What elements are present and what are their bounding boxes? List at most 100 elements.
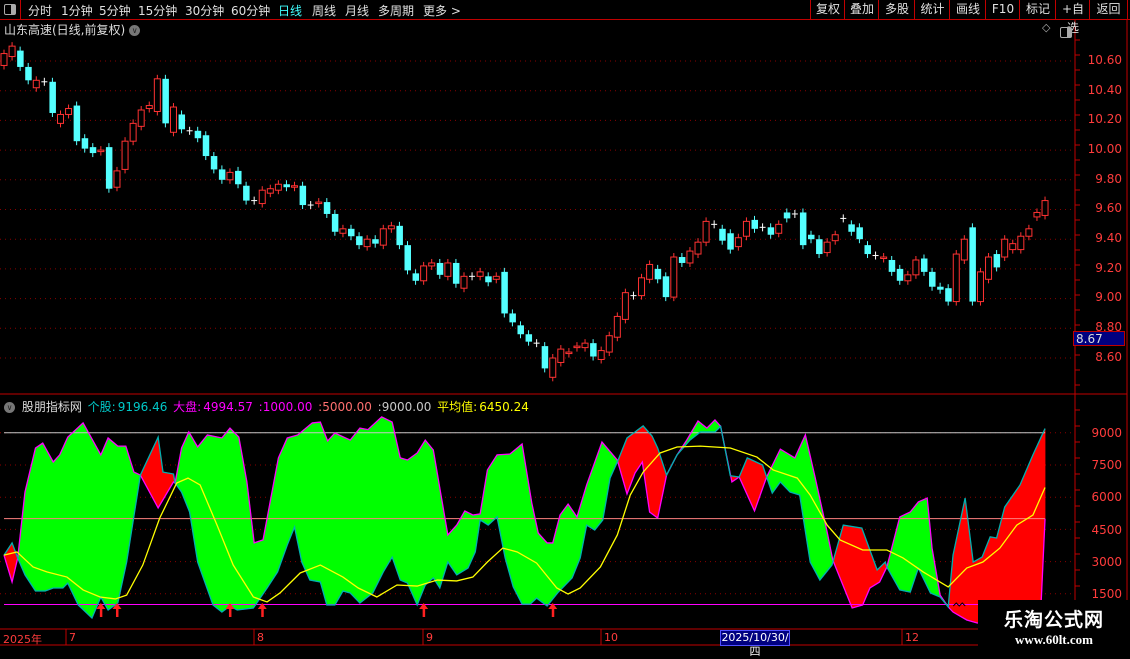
candle-up — [557, 348, 565, 363]
candle-up — [976, 271, 984, 303]
indicator-tick: 1500 — [1091, 587, 1122, 601]
multi-stock-button[interactable]: 多股 — [878, 0, 915, 19]
tab-15min[interactable]: 15分钟 — [138, 2, 177, 19]
candle-up — [734, 237, 742, 248]
candle-up — [444, 262, 452, 277]
buy-arrow-icon-stem — [422, 608, 426, 617]
overlay-button[interactable]: 叠加 — [844, 0, 879, 19]
panel-icon[interactable] — [1060, 27, 1072, 38]
candle-up — [291, 185, 299, 188]
candle-up — [549, 357, 557, 378]
candle-up — [1041, 200, 1049, 216]
tab-60min[interactable]: 60分钟 — [231, 2, 270, 19]
candle-up — [646, 263, 654, 280]
candle-down — [888, 259, 896, 272]
price-tick: 10.60 — [1087, 53, 1122, 67]
buy-arrow-icon-stem — [228, 608, 232, 617]
candle-up — [597, 350, 605, 360]
indicator-header: ∨ 股朋指标网 个股: 9196.46 大盘: 4994.57 :1000.00 :… — [4, 398, 531, 415]
candle-up — [1017, 235, 1025, 251]
indicator-tick: 7500 — [1091, 458, 1122, 472]
tab-1min[interactable]: 1分钟 — [61, 2, 93, 19]
chart-canvas[interactable] — [0, 0, 1130, 650]
chevron-down-icon[interactable]: ∨ — [4, 402, 15, 413]
tab-timeshare[interactable]: 分时 — [28, 2, 52, 19]
candle-up — [1033, 211, 1041, 218]
candle-down — [194, 130, 202, 139]
candle-down — [767, 227, 775, 235]
candle-down — [485, 276, 492, 283]
add-watchlist-button[interactable]: +自选 — [1055, 0, 1090, 35]
draw-line-button[interactable]: 画线 — [949, 0, 986, 19]
line-1000-value: :1000.00 — [258, 400, 313, 414]
f10-button[interactable]: F10 — [985, 0, 1020, 19]
price-tick: 9.60 — [1095, 201, 1122, 215]
tab-5min[interactable]: 5分钟 — [99, 2, 131, 19]
back-button[interactable]: 返回 — [1089, 0, 1128, 19]
tab-monthly[interactable]: 月线 — [345, 2, 369, 19]
candle-up — [775, 223, 783, 234]
indicator-tick: 4500 — [1091, 523, 1122, 537]
chevron-down-icon[interactable]: ∨ — [129, 25, 141, 36]
candle-up — [686, 250, 694, 264]
diamond-icon[interactable]: ◇ — [1042, 21, 1050, 34]
candle-up — [904, 274, 912, 282]
candle-up — [1001, 238, 1009, 258]
period-toolbar: 分时 1分钟 5分钟 15分钟 30分钟 60分钟 日线 周线 月线 多周期 更… — [0, 0, 1130, 35]
chart-title: 山东高速(日线,前复权) — [4, 23, 126, 37]
candle-up — [274, 183, 282, 191]
statistics-button[interactable]: 统计 — [914, 0, 950, 19]
candle-down — [17, 50, 24, 67]
candle-up — [638, 277, 646, 297]
candle-up — [476, 271, 484, 277]
price-tick: 10.40 — [1087, 83, 1122, 97]
tab-weekly[interactable]: 周线 — [312, 2, 336, 19]
candle-down — [235, 170, 242, 185]
candle-up — [363, 238, 371, 248]
candle-up — [952, 253, 960, 303]
candle-up — [1009, 243, 1017, 251]
candle-down — [541, 346, 549, 369]
candle-up — [460, 275, 468, 289]
watermark-logo: 乐淘公式网 www.60lt.com — [978, 600, 1130, 650]
candle-down — [105, 147, 113, 189]
candle-up — [97, 149, 105, 153]
candle-down — [783, 212, 791, 219]
panel-toggle-button[interactable] — [0, 0, 21, 19]
candle-down — [283, 184, 290, 188]
candle-down — [751, 219, 759, 229]
stock-above-area — [948, 428, 1046, 624]
indicator-tick: 9000 — [1091, 426, 1122, 440]
watermark-title: 乐淘公式网 — [1003, 609, 1104, 631]
candle-up — [880, 256, 888, 260]
tab-daily[interactable]: 日线 — [278, 2, 302, 19]
candle-up — [831, 234, 839, 242]
month-label: 7 — [69, 631, 76, 644]
tab-multi-period[interactable]: 多周期 — [378, 2, 414, 19]
candle-down — [243, 185, 250, 201]
tab-more[interactable]: 更多 > — [423, 2, 461, 19]
candle-down — [323, 202, 331, 214]
candle-up — [428, 262, 436, 267]
price-tick: 10.20 — [1087, 112, 1122, 126]
candle-down — [864, 245, 871, 255]
indicator-tick: 6000 — [1091, 490, 1122, 504]
buy-arrow-icon-stem — [115, 608, 119, 617]
candle-down — [299, 185, 307, 206]
line-5000-value: :5000.00 — [318, 400, 372, 414]
candle-up — [420, 265, 428, 282]
candle-up — [694, 241, 702, 255]
candle-up — [169, 106, 177, 133]
candle-down — [356, 236, 363, 246]
stock-above-area — [730, 457, 767, 511]
price-tick: 10.00 — [1087, 142, 1122, 156]
candle-down — [348, 228, 355, 237]
candle-up — [145, 105, 153, 110]
tab-30min[interactable]: 30分钟 — [185, 2, 224, 19]
candle-down — [501, 271, 508, 314]
candle-down — [896, 268, 904, 281]
candle-down — [969, 227, 976, 302]
adjust-button[interactable]: 复权 — [810, 0, 845, 19]
panel-icon — [4, 4, 16, 15]
mark-button[interactable]: 标记 — [1019, 0, 1056, 19]
